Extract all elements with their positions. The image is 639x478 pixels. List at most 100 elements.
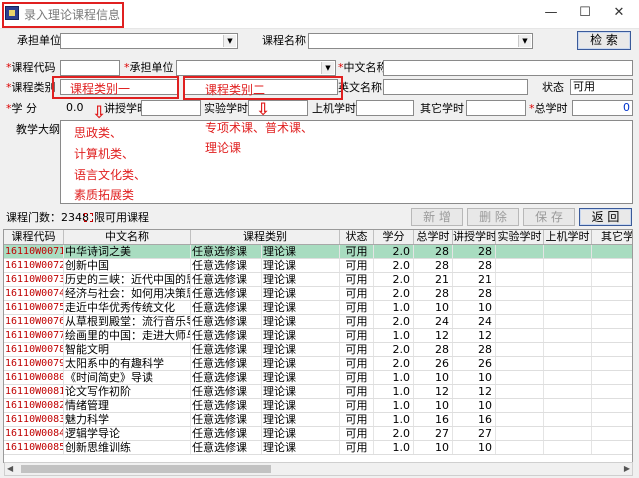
- new-button[interactable]: 新 增: [411, 208, 463, 226]
- horizontal-scrollbar[interactable]: ◀ ▶: [4, 462, 633, 476]
- col-lecture-hours: 21: [453, 273, 496, 286]
- save-button[interactable]: 保 存: [523, 208, 575, 226]
- column-header[interactable]: 讲授学时: [453, 230, 496, 244]
- annotation-type1-option: 思政类、: [74, 126, 123, 140]
- total-hours-label: *总学时: [529, 102, 568, 115]
- search-button[interactable]: 检 索: [577, 31, 631, 50]
- table-row[interactable]: 16110W0073 历史的三峡：近代中国的思 任意选修课 理论课 可用 2.0 21 21: [4, 273, 632, 287]
- table-row[interactable]: 16110W0082 情绪管理 任意选修课 理论课 可用 1.0 10 10: [4, 399, 632, 413]
- col-lab-hours: [496, 245, 544, 258]
- course-table[interactable]: 课程代码 中文名称 课程类别 状态 学分 总学时 讲授学时 实验学时 上机学时 其它学 16110…: [3, 229, 633, 463]
- column-header[interactable]: 中文名称: [64, 230, 191, 244]
- col-cn-name: 《时间简史》导读: [64, 371, 191, 384]
- col-credit: 2.0: [374, 357, 414, 370]
- annotation-type1-label: 课程类别一: [70, 82, 131, 96]
- column-header[interactable]: 学分: [374, 230, 414, 244]
- column-header[interactable]: 上机学时: [544, 230, 592, 244]
- column-header[interactable]: 其它学: [592, 230, 632, 244]
- scroll-right-icon[interactable]: ▶: [624, 464, 630, 473]
- col-cn-name: 创新思维训练: [64, 441, 191, 454]
- col-course-type1: 任意选修课: [191, 301, 262, 314]
- col-status: 可用: [340, 371, 374, 384]
- table-row[interactable]: 16110W0084 逻辑学导论 任意选修课 理论课 可用 2.0 27 27: [4, 427, 632, 441]
- col-lecture-hours: 10: [453, 399, 496, 412]
- col-lecture-hours: 28: [453, 287, 496, 300]
- table-row[interactable]: 16110W0078 智能文明 任意选修课 理论课 可用 2.0 28 28: [4, 343, 632, 357]
- table-row[interactable]: 16110W0079 太阳系中的有趣科学 任意选修课 理论课 可用 2.0 26 26: [4, 357, 632, 371]
- col-other-hours: [592, 245, 632, 258]
- credit-input[interactable]: 0.0: [66, 101, 84, 115]
- minimize-icon[interactable]: —: [539, 4, 563, 22]
- col-computer-hours: [544, 287, 592, 300]
- table-row[interactable]: 16110W0075 走近中华优秀传统文化 任意选修课 理论课 可用 1.0 10 10: [4, 301, 632, 315]
- column-header[interactable]: 实验学时: [496, 230, 544, 244]
- col-other-hours: [592, 357, 632, 370]
- col-cn-name: 历史的三峡：近代中国的思: [65, 273, 191, 286]
- col-status: 可用: [340, 413, 374, 426]
- col-cn-name: 情绪管理: [64, 399, 191, 412]
- col-computer-hours: [544, 329, 592, 342]
- table-row[interactable]: 16110W0080 《时间简史》导读 任意选修课 理论课 可用 1.0 10 10: [4, 371, 632, 385]
- col-total-hours: 10: [414, 399, 453, 412]
- table-row[interactable]: 16110W0081 论文写作初阶 任意选修课 理论课 可用 1.0 12 12: [4, 385, 632, 399]
- col-status: 可用: [340, 259, 374, 272]
- course-code-input[interactable]: [60, 60, 120, 76]
- outline-textarea[interactable]: [60, 120, 633, 204]
- col-computer-hours: [544, 427, 592, 440]
- en-name-input[interactable]: [383, 79, 528, 95]
- status-select[interactable]: 可用: [570, 79, 633, 95]
- cn-name-label: *中文名称: [338, 61, 388, 74]
- col-lab-hours: [496, 287, 544, 300]
- total-hours-input[interactable]: 0: [572, 100, 633, 116]
- col-total-hours: 27: [414, 427, 453, 440]
- col-course-code: 16110W0074: [5, 287, 64, 300]
- col-total-hours: 21: [414, 273, 453, 286]
- column-header[interactable]: 课程类别: [191, 230, 340, 244]
- other-hours-input[interactable]: [466, 100, 526, 116]
- col-computer-hours: [544, 357, 592, 370]
- col-course-type1: 任意选修课: [191, 343, 262, 356]
- col-credit: 1.0: [374, 413, 414, 426]
- col-status: 可用: [340, 399, 374, 412]
- col-other-hours: [592, 441, 632, 454]
- col-course-type1: 任意选修课: [191, 245, 262, 258]
- search-dept-select[interactable]: ▼: [60, 33, 238, 49]
- column-header[interactable]: 总学时: [414, 230, 453, 244]
- col-other-hours: [592, 301, 632, 314]
- table-row[interactable]: 16110W0074 经济与社会：如何用决策思 任意选修课 理论课 可用 2.0 28 28: [4, 287, 632, 301]
- col-course-type2: 理论课: [262, 441, 340, 454]
- close-icon[interactable]: ✕: [607, 4, 631, 22]
- table-row[interactable]: 16110W0077 绘画里的中国：走进大师与 任意选修课 理论课 可用 1.0 12 12: [4, 329, 632, 343]
- table-row[interactable]: 16110W0085 创新思维训练 任意选修课 理论课 可用 1.0 10 10: [4, 441, 632, 455]
- maximize-icon[interactable]: ☐: [573, 4, 597, 22]
- dept-select[interactable]: ▼: [176, 60, 336, 76]
- col-lecture-hours: 26: [453, 357, 496, 370]
- col-credit: 2.0: [374, 427, 414, 440]
- search-course-name-select[interactable]: ▼: [308, 33, 533, 49]
- col-cn-name: 创新中国: [64, 259, 191, 272]
- col-lecture-hours: 10: [453, 301, 496, 314]
- scroll-left-icon[interactable]: ◀: [7, 464, 13, 473]
- lab-hours-label: 实验学时: [204, 102, 248, 115]
- table-row[interactable]: 16110W0076 从草根到殿堂：流行音乐导 任意选修课 理论课 可用 2.0 24 24: [4, 315, 632, 329]
- col-lecture-hours: 12: [453, 385, 496, 398]
- table-row[interactable]: 16110W0072 创新中国 任意选修课 理论课 可用 2.0 28 28: [4, 259, 632, 273]
- table-row[interactable]: 16110W0083 魅力科学 任意选修课 理论课 可用 1.0 16 16: [4, 413, 632, 427]
- col-course-type1: 任意选修课: [191, 399, 262, 412]
- back-button[interactable]: 返 回: [579, 208, 632, 226]
- cn-name-input[interactable]: [383, 60, 633, 76]
- col-total-hours: 28: [414, 287, 453, 300]
- col-other-hours: [592, 343, 632, 356]
- computer-hours-input[interactable]: [356, 100, 414, 116]
- col-course-type1: 任意选修课: [191, 329, 262, 342]
- col-course-type2: 理论课: [262, 399, 340, 412]
- scrollbar-thumb[interactable]: [21, 465, 271, 473]
- column-header[interactable]: 状态: [340, 230, 374, 244]
- chevron-down-icon: ▼: [518, 35, 531, 47]
- col-status: 可用: [340, 357, 374, 370]
- lecture-hours-input[interactable]: [141, 100, 201, 116]
- column-header[interactable]: 课程代码: [4, 230, 64, 244]
- delete-button[interactable]: 删 除: [467, 208, 519, 226]
- col-computer-hours: [544, 343, 592, 356]
- table-row[interactable]: 16110W0071 中华诗词之美 任意选修课 理论课 可用 2.0 28 28: [4, 245, 632, 259]
